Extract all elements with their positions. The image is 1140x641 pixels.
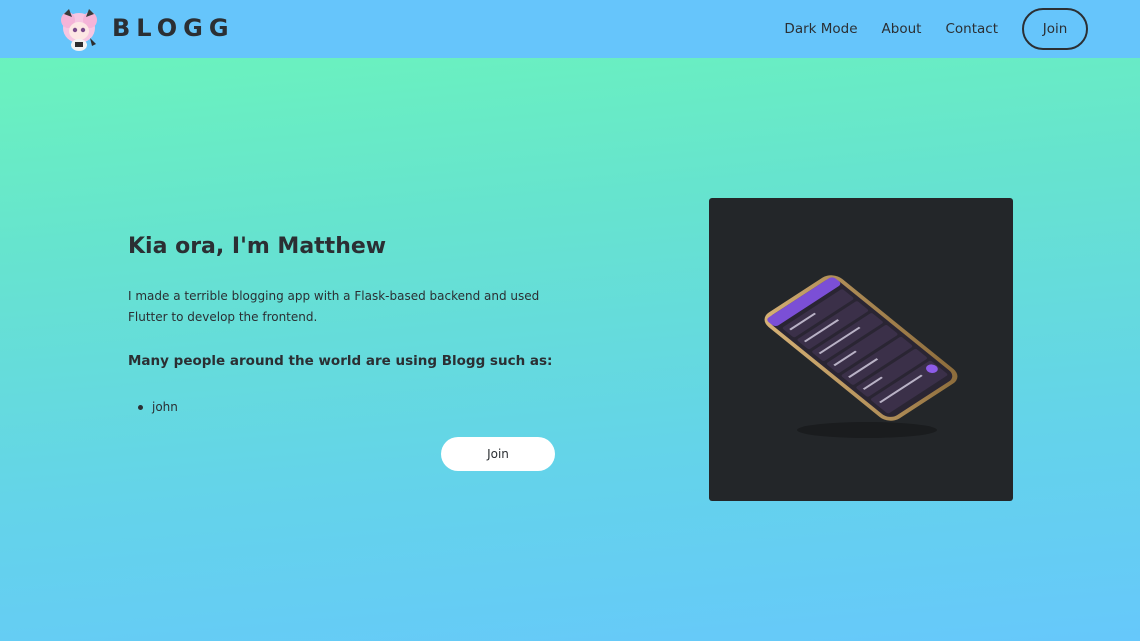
nav-about[interactable]: About [882, 21, 922, 37]
nav-contact[interactable]: Contact [945, 21, 998, 37]
user-name: john [152, 400, 178, 414]
nav-dark-mode[interactable]: Dark Mode [784, 21, 857, 37]
brand-name[interactable]: BLOGG [112, 14, 235, 42]
avatar-logo-icon[interactable] [56, 8, 102, 52]
hero-description: I made a terrible blogging app with a Fl… [128, 289, 540, 324]
user-list: john [138, 400, 178, 414]
users-heading: Many people around the world are using B… [128, 353, 553, 369]
bullet-icon [138, 404, 143, 410]
join-button[interactable]: Join [441, 437, 555, 471]
main-nav: Dark Mode About Contact Join [760, 8, 1088, 50]
site-header: BLOGG Dark Mode About Contact Join [0, 0, 1140, 58]
nav-join-button[interactable]: Join [1022, 8, 1088, 50]
phone-mockup-icon [764, 275, 958, 438]
list-item: john [138, 400, 178, 414]
app-showcase-image [709, 198, 1013, 501]
hero-title: Kia ora, I'm Matthew [128, 234, 387, 259]
